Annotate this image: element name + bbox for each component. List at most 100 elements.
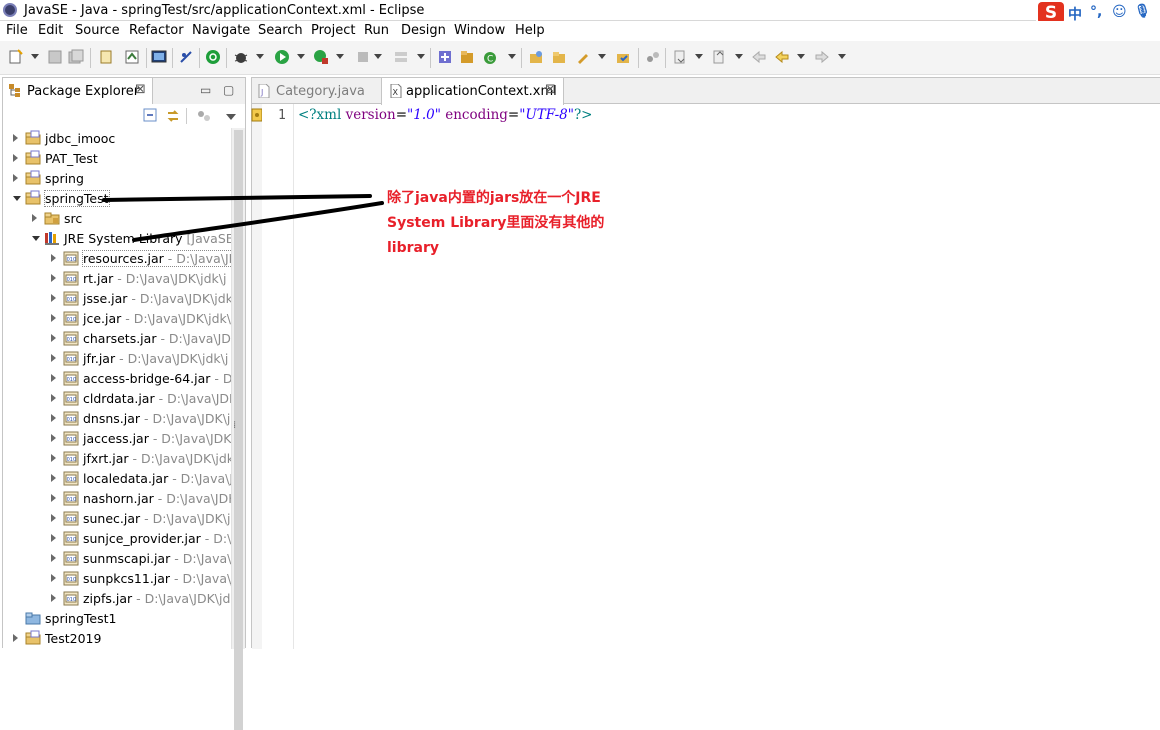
build-icon[interactable] xyxy=(98,49,114,65)
back-dropdown-icon[interactable] xyxy=(797,54,805,59)
collapsed-arrow-icon[interactable] xyxy=(51,454,56,462)
new-icon[interactable] xyxy=(8,49,24,65)
collapsed-arrow-icon[interactable] xyxy=(51,594,56,602)
tree-item-jce-jar[interactable]: 010 jce.jar - D:\Java\JDK\jdk\ xyxy=(3,308,231,328)
tree-item-jdbc-imooc[interactable]: jdbc_imooc xyxy=(3,128,231,148)
forward-icon[interactable] xyxy=(814,49,830,65)
new-class-icon[interactable]: C xyxy=(482,49,498,65)
tree-item-jre-system-library[interactable]: JRE System Library[JavaSE- xyxy=(3,228,231,248)
annotation-icon[interactable] xyxy=(645,49,661,65)
collapsed-arrow-icon[interactable] xyxy=(51,394,56,402)
tree-item-src[interactable]: src xyxy=(3,208,231,228)
server-icon[interactable] xyxy=(393,49,409,65)
server-dropdown-icon[interactable] xyxy=(417,54,425,59)
open-type-icon[interactable] xyxy=(528,49,544,65)
collapsed-arrow-icon[interactable] xyxy=(51,554,56,562)
tree-item-test2019[interactable]: Test2019 xyxy=(3,628,231,648)
tree-item-jaccess-jar[interactable]: 010 jaccess.jar - D:\Java\JDK\ xyxy=(3,428,231,448)
collapsed-arrow-icon[interactable] xyxy=(51,414,56,422)
skip-breakpoints-icon[interactable] xyxy=(178,49,194,65)
collapsed-arrow-icon[interactable] xyxy=(51,474,56,482)
new-package-icon[interactable] xyxy=(459,49,475,65)
sash-handle-icon[interactable]: ⁞ xyxy=(233,420,236,431)
menu-refactor[interactable]: Refactor xyxy=(129,23,184,38)
view-menu-icon[interactable] xyxy=(226,114,236,120)
collapse-all-icon[interactable] xyxy=(143,108,157,122)
collapsed-arrow-icon[interactable] xyxy=(51,574,56,582)
vertical-scrollbar[interactable] xyxy=(231,128,245,730)
tab-category-java[interactable]: J Category.java xyxy=(252,78,382,104)
tree-item-jsse-jar[interactable]: 010 jsse.jar - D:\Java\JDK\jdk xyxy=(3,288,231,308)
link-with-editor-icon[interactable] xyxy=(165,108,181,124)
tree-item-jfr-jar[interactable]: 010 jfr.jar - D:\Java\JDK\jdk\j xyxy=(3,348,231,368)
tree-item-springtest1[interactable]: springTest1 xyxy=(3,608,231,628)
tree-item-jfxrt-jar[interactable]: 010 jfxrt.jar - D:\Java\JDK\jdk xyxy=(3,448,231,468)
maximize-icon[interactable]: ▢ xyxy=(223,83,234,97)
close-icon[interactable]: ⊠ xyxy=(135,82,146,97)
tree-item-rt-jar[interactable]: 010 rt.jar - D:\Java\JDK\jdk\j xyxy=(3,268,231,288)
stop-icon[interactable] xyxy=(355,49,371,65)
collapsed-arrow-icon[interactable] xyxy=(32,214,37,222)
close-icon[interactable]: ⊠ xyxy=(545,82,556,97)
collapsed-arrow-icon[interactable] xyxy=(51,274,56,282)
tree-item-pat-test[interactable]: PAT_Test xyxy=(3,148,231,168)
tree-item-sunmscapi-jar[interactable]: 010 sunmscapi.jar - D:\Java\ xyxy=(3,548,231,568)
open-task-icon[interactable] xyxy=(615,49,631,65)
tab-applicationcontext-xml[interactable]: X applicationContext.xml ⊠ xyxy=(381,78,564,105)
collapsed-arrow-icon[interactable] xyxy=(51,354,56,362)
menu-project[interactable]: Project xyxy=(311,23,355,38)
collapsed-arrow-icon[interactable] xyxy=(51,434,56,442)
tree-item-resources-jar[interactable]: 010 resources.jar - D:\Java\JDK xyxy=(3,248,231,268)
code-line-1[interactable]: <?xml version="1.0" encoding="UTF-8"?> xyxy=(298,107,593,123)
tree-item-cldrdata-jar[interactable]: 010 cldrdata.jar - D:\Java\JDK xyxy=(3,388,231,408)
stop-dropdown-icon[interactable] xyxy=(374,54,382,59)
terminate-icon[interactable] xyxy=(205,49,221,65)
forward-dropdown-icon[interactable] xyxy=(838,54,846,59)
tree-item-spring[interactable]: spring xyxy=(3,168,231,188)
expanded-arrow-icon[interactable] xyxy=(32,236,40,241)
run-external-tools-icon[interactable] xyxy=(313,49,329,65)
new-class-dropdown-icon[interactable] xyxy=(508,54,516,59)
collapsed-arrow-icon[interactable] xyxy=(51,314,56,322)
external-tools-dropdown-icon[interactable] xyxy=(336,54,344,59)
back-icon[interactable] xyxy=(774,49,790,65)
tree-item-sunjce-provider-jar[interactable]: 010 sunjce_provider.jar - D:\ xyxy=(3,528,231,548)
pen-dropdown-icon[interactable] xyxy=(598,54,606,59)
debug-dropdown-icon[interactable] xyxy=(256,54,264,59)
tree-item-nashorn-jar[interactable]: 010 nashorn.jar - D:\Java\JDK xyxy=(3,488,231,508)
collapsed-arrow-icon[interactable] xyxy=(51,514,56,522)
menu-design[interactable]: Design xyxy=(401,23,446,38)
previous-annotation-icon[interactable] xyxy=(711,49,727,65)
previous-annotation-dropdown-icon[interactable] xyxy=(735,54,743,59)
tree-item-charsets-jar[interactable]: 010 charsets.jar - D:\Java\JDK xyxy=(3,328,231,348)
tree-item-access-bridge-64-jar[interactable]: 010 access-bridge-64.jar - D xyxy=(3,368,231,388)
collapsed-arrow-icon[interactable] xyxy=(51,374,56,382)
collapsed-arrow-icon[interactable] xyxy=(13,634,18,642)
collapsed-arrow-icon[interactable] xyxy=(51,534,56,542)
new-java-project-icon[interactable] xyxy=(437,49,453,65)
tab-package-explorer[interactable]: Package Explorer ⊠ xyxy=(3,78,153,104)
refresh-icon[interactable] xyxy=(124,49,140,65)
menu-navigate[interactable]: Navigate xyxy=(192,23,250,38)
menu-run[interactable]: Run xyxy=(364,23,389,38)
expanded-arrow-icon[interactable] xyxy=(13,196,21,201)
collapsed-arrow-icon[interactable] xyxy=(13,134,18,142)
tree-item-localedata-jar[interactable]: 010 localedata.jar - D:\Java\J xyxy=(3,468,231,488)
run-dropdown-icon[interactable] xyxy=(297,54,305,59)
filter-icon[interactable] xyxy=(196,108,212,124)
ime-emoji-icon[interactable]: ☺ xyxy=(1112,4,1127,20)
menu-edit[interactable]: Edit xyxy=(38,23,63,38)
ime-punctuation[interactable]: °, xyxy=(1090,4,1102,20)
collapsed-arrow-icon[interactable] xyxy=(13,174,18,182)
tree-item-sunec-jar[interactable]: 010 sunec.jar - D:\Java\JDK\j xyxy=(3,508,231,528)
tree-item-dnsns-jar[interactable]: 010 dnsns.jar - D:\Java\JDK\j xyxy=(3,408,231,428)
run-icon[interactable] xyxy=(274,49,290,65)
last-edit-icon[interactable] xyxy=(751,49,767,65)
collapsed-arrow-icon[interactable] xyxy=(13,154,18,162)
menu-help[interactable]: Help xyxy=(515,23,545,38)
new-dropdown-icon[interactable] xyxy=(31,54,39,59)
tree-item-sunpkcs11-jar[interactable]: 010 sunpkcs11.jar - D:\Java\J xyxy=(3,568,231,588)
collapsed-arrow-icon[interactable] xyxy=(51,254,56,262)
menu-file[interactable]: File xyxy=(6,23,28,38)
save-icon[interactable] xyxy=(47,49,63,65)
